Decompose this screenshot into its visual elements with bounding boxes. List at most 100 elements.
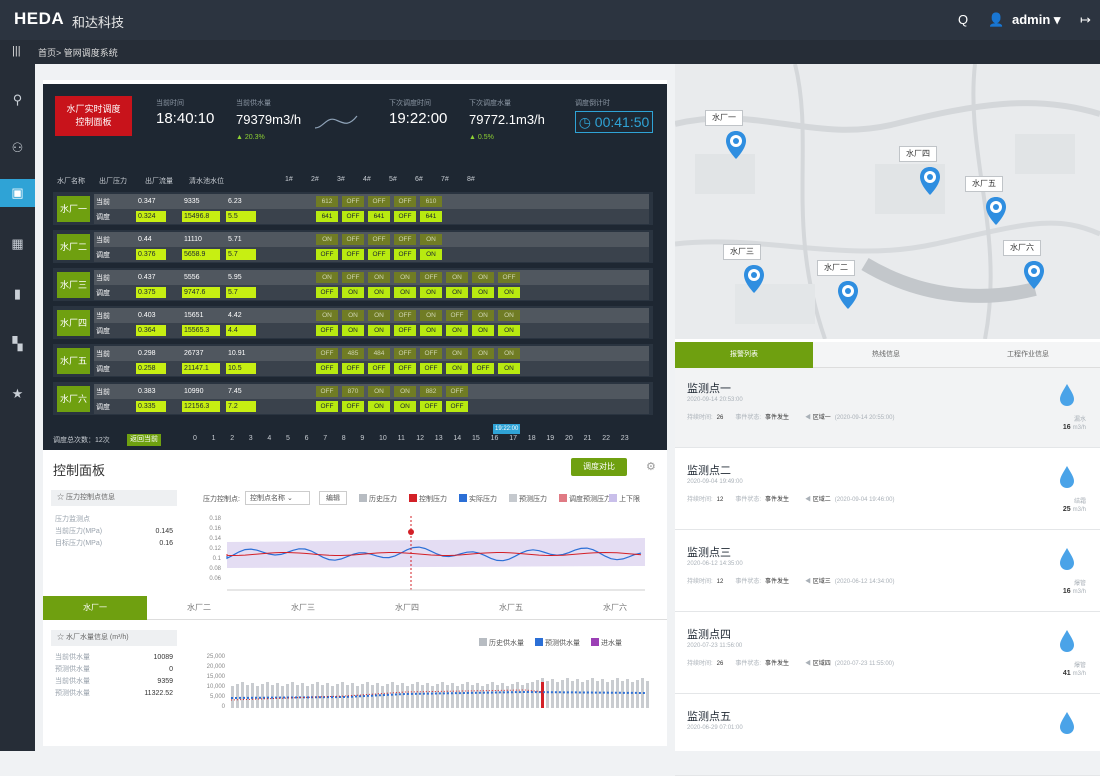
pressure-legend-item[interactable]: 控制压力: [409, 494, 447, 504]
map-label-1[interactable]: 水厂一: [705, 110, 743, 126]
value-cell[interactable]: 5658.9: [182, 249, 220, 260]
pump-status-3[interactable]: OFF: [368, 363, 390, 374]
pump-status-7[interactable]: ON: [472, 287, 494, 298]
pump-status-2[interactable]: ON: [342, 310, 364, 321]
pump-status-6[interactable]: OFF: [446, 386, 468, 397]
alert-item[interactable]: 监测点三 2020-06-12 14:35:00 持续时间: 12 事件状态: 事件发生 ◀…: [675, 532, 1100, 612]
pump-status-8[interactable]: OFF: [498, 272, 520, 283]
pump-status-2[interactable]: OFF: [342, 272, 364, 283]
pump-status-6[interactable]: ON: [446, 325, 468, 336]
pump-status-5[interactable]: ON: [420, 310, 442, 321]
pump-status-3[interactable]: 641: [368, 211, 390, 222]
pump-status-1[interactable]: ON: [316, 310, 338, 321]
pump-status-3[interactable]: OFF: [368, 196, 390, 207]
map-label-3[interactable]: 水厂五: [965, 176, 1003, 192]
timeline-tick[interactable]: 0: [193, 435, 197, 442]
pump-status-8[interactable]: ON: [498, 310, 520, 321]
pump-status-7[interactable]: ON: [472, 272, 494, 283]
timeline-tick[interactable]: 11: [398, 435, 405, 442]
value-cell[interactable]: 21147.1: [182, 363, 220, 374]
timeline-tick[interactable]: 1: [212, 435, 216, 442]
timeline-tick[interactable]: 13: [435, 435, 443, 442]
timeline-tick[interactable]: 7: [323, 435, 327, 442]
pump-status-2[interactable]: OFF: [342, 363, 364, 374]
pump-status-4[interactable]: OFF: [394, 325, 416, 336]
pump-status-7[interactable]: ON: [472, 348, 494, 359]
pump-status-5[interactable]: ON: [420, 325, 442, 336]
pump-status-3[interactable]: ON: [368, 386, 390, 397]
sidebar-location-icon[interactable]: ⚲: [0, 86, 35, 114]
sidebar-modules-icon[interactable]: ▚: [0, 330, 35, 358]
tab-plant-2[interactable]: 水厂二: [147, 596, 251, 620]
pump-status-2[interactable]: OFF: [342, 401, 364, 412]
pump-status-3[interactable]: 484: [368, 348, 390, 359]
pump-status-7[interactable]: ON: [472, 325, 494, 336]
timeline-tick[interactable]: 6: [305, 435, 309, 442]
pump-status-5[interactable]: OFF: [420, 272, 442, 283]
map-pin-icon[interactable]: [725, 130, 747, 160]
pump-status-1[interactable]: OFF: [316, 348, 338, 359]
pump-status-3[interactable]: ON: [368, 287, 390, 298]
map-pin-icon[interactable]: [985, 196, 1007, 226]
pump-status-1[interactable]: OFF: [316, 401, 338, 412]
timeline-tick[interactable]: 8: [342, 435, 346, 442]
pump-status-6[interactable]: ON: [446, 287, 468, 298]
pump-status-1[interactable]: ON: [316, 272, 338, 283]
pump-status-3[interactable]: ON: [368, 401, 390, 412]
map[interactable]: 水厂一 水厂四 水厂五 水厂三 水厂二 水厂六: [675, 64, 1100, 339]
pressure-legend-item[interactable]: 上下限: [609, 494, 640, 504]
pump-status-5[interactable]: OFF: [420, 401, 442, 412]
pump-status-5[interactable]: 641: [420, 211, 442, 222]
timeline-tick[interactable]: 9: [360, 435, 364, 442]
pump-status-3[interactable]: ON: [368, 272, 390, 283]
pump-status-2[interactable]: 870: [342, 386, 364, 397]
alert-item[interactable]: 监测点五 2020-06-29 07:01:00: [675, 696, 1100, 776]
back-to-current-button[interactable]: 返回当前: [127, 434, 161, 446]
timeline-tick[interactable]: 3: [249, 435, 253, 442]
pump-status-4[interactable]: OFF: [394, 348, 416, 359]
pump-status-1[interactable]: OFF: [316, 363, 338, 374]
alert-item[interactable]: 监测点四 2020-07-23 11:56:00 持续时间: 26 事件状态: 事件发生 ◀…: [675, 614, 1100, 694]
plant-name-button[interactable]: 水厂五: [57, 348, 90, 374]
value-cell[interactable]: 5.7: [226, 287, 256, 298]
value-cell[interactable]: 0.376: [136, 249, 166, 260]
pressure-legend-item[interactable]: 历史压力: [359, 494, 397, 504]
map-label-4[interactable]: 水厂三: [723, 244, 761, 260]
pump-status-2[interactable]: ON: [342, 325, 364, 336]
pump-status-2[interactable]: OFF: [342, 249, 364, 260]
pump-status-1[interactable]: ON: [316, 234, 338, 245]
pump-status-2[interactable]: 485: [342, 348, 364, 359]
pump-status-2[interactable]: OFF: [342, 196, 364, 207]
alert-item[interactable]: 监测点二 2020-09-04 19:49:00 持续时间: 12 事件状态: 事件发生 ◀…: [675, 450, 1100, 530]
pump-status-1[interactable]: OFF: [316, 249, 338, 260]
tab-plant-1[interactable]: 水厂一: [43, 596, 147, 620]
search-icon[interactable]: Q: [958, 12, 968, 27]
value-cell[interactable]: 0.335: [136, 401, 166, 412]
right-tab-3[interactable]: 工程作业信息: [959, 342, 1097, 368]
control-point-select[interactable]: 控制点名称 ⌄: [245, 491, 310, 505]
plant-name-button[interactable]: 水厂四: [57, 310, 90, 336]
pump-status-5[interactable]: OFF: [420, 363, 442, 374]
pump-status-2[interactable]: ON: [342, 287, 364, 298]
map-pin-icon[interactable]: [743, 264, 765, 294]
pump-status-1[interactable]: OFF: [316, 386, 338, 397]
map-pin-icon[interactable]: [1023, 260, 1045, 290]
pump-status-3[interactable]: ON: [368, 310, 390, 321]
sidebar-star-icon[interactable]: ★: [0, 380, 35, 408]
timeline-tick[interactable]: 2: [230, 435, 234, 442]
timeline-tick[interactable]: 18: [528, 435, 536, 442]
pump-status-4[interactable]: OFF: [394, 196, 416, 207]
value-cell[interactable]: 0.324: [136, 211, 166, 222]
plant-name-button[interactable]: 水厂六: [57, 386, 90, 412]
compare-button[interactable]: 调度对比: [571, 458, 627, 476]
timeline-tick[interactable]: 23: [621, 435, 629, 442]
pump-status-6[interactable]: OFF: [446, 310, 468, 321]
sidebar-users-icon[interactable]: ⚇: [0, 134, 35, 162]
gear-icon[interactable]: ⚙: [646, 460, 656, 473]
right-tab-1[interactable]: 报警列表: [675, 342, 813, 368]
pressure-legend-item[interactable]: 调度预测压力: [559, 494, 611, 504]
value-cell[interactable]: 15565.3: [182, 325, 220, 336]
pump-status-3[interactable]: OFF: [368, 249, 390, 260]
value-cell[interactable]: 12156.3: [182, 401, 220, 412]
user-menu[interactable]: admin ▾: [1012, 12, 1060, 28]
